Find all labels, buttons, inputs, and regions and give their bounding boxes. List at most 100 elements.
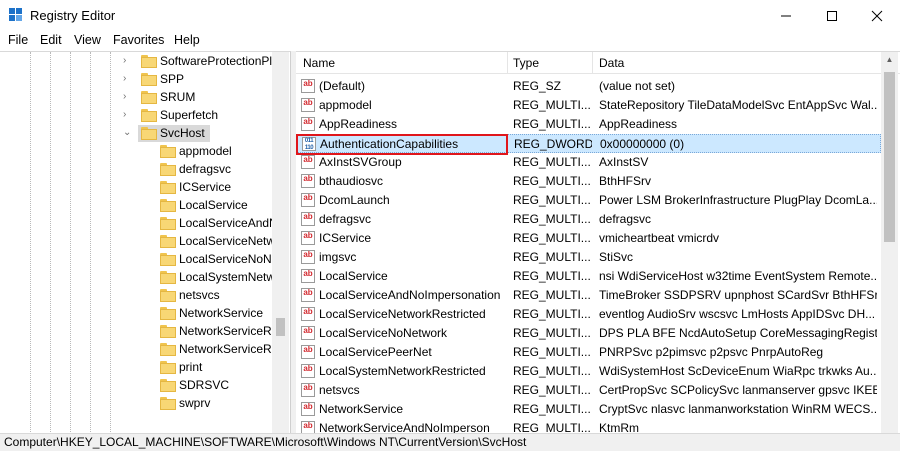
value-name: AxInstSVGroup: [319, 155, 402, 169]
menu-help[interactable]: Help: [174, 33, 200, 47]
tree-item-label: SDRSVC: [179, 378, 230, 392]
value-data: WdiSystemHost ScDeviceEnum WiaRpc trkwks…: [599, 364, 877, 378]
value-row[interactable]: ab ICService REG_MULTI... vmicheartbeat vmi…: [296, 229, 881, 248]
value-name: LocalServiceAndNoImpersonation: [319, 288, 501, 302]
chevron-right-icon[interactable]: ›: [123, 73, 133, 84]
value-name: DcomLaunch: [319, 193, 390, 207]
string-value-icon: ab: [301, 250, 315, 264]
value-row[interactable]: ab netsvcs REG_MULTI... CertPropSvc SCPolic…: [296, 381, 881, 400]
menu-file[interactable]: File: [8, 33, 28, 47]
values-scrollbar[interactable]: ▲: [881, 52, 898, 434]
tree-item[interactable]: › SPP: [0, 71, 290, 89]
value-name: AppReadiness: [319, 117, 398, 131]
tree-item[interactable]: appmodel: [0, 143, 290, 161]
tree-item[interactable]: defragsvc: [0, 161, 290, 179]
tree-item[interactable]: print: [0, 359, 290, 377]
tree-item[interactable]: LocalServiceNetw: [0, 233, 290, 251]
values-pane[interactable]: Name Type Data ab (Default) REG_SZ (value n…: [296, 51, 900, 434]
value-row[interactable]: ab AppReadiness REG_MULTI... AppReadiness: [296, 115, 881, 134]
value-type: REG_MULTI...: [513, 288, 591, 302]
column-separator[interactable]: [507, 52, 508, 73]
chevron-right-icon[interactable]: ›: [123, 55, 133, 66]
close-button[interactable]: [854, 0, 900, 31]
menu-view[interactable]: View: [74, 33, 101, 47]
value-data: (value not set): [599, 79, 676, 93]
folder-icon: [141, 127, 157, 140]
tree-item[interactable]: ICService: [0, 179, 290, 197]
tree-item[interactable]: LocalServiceNoNe: [0, 251, 290, 269]
tree-item-label: SvcHost: [160, 126, 205, 140]
values-scrollbar-thumb[interactable]: [884, 72, 895, 242]
tree-scrollbar[interactable]: [272, 52, 289, 434]
minimize-button[interactable]: [763, 0, 809, 31]
column-data[interactable]: Data: [599, 56, 624, 70]
value-name: netsvcs: [319, 383, 360, 397]
value-type: REG_MULTI...: [513, 307, 591, 321]
value-type: REG_MULTI...: [513, 155, 591, 169]
value-data: vmicheartbeat vmicrdv: [599, 231, 720, 245]
string-value-icon: ab: [301, 79, 315, 93]
tree-item-label: Superfetch: [160, 108, 219, 122]
tree-item[interactable]: NetworkServiceRe: [0, 323, 290, 341]
column-type[interactable]: Type: [513, 56, 539, 70]
tree-scrollbar-thumb[interactable]: [276, 318, 285, 336]
chevron-right-icon[interactable]: ›: [123, 91, 133, 102]
tree-item[interactable]: swprv: [0, 395, 290, 413]
value-row[interactable]: ab NetworkService REG_MULTI... CryptSvc nla…: [296, 400, 881, 419]
folder-icon: [160, 343, 176, 356]
tree-item[interactable]: SDRSVC: [0, 377, 290, 395]
value-data: AppReadiness: [599, 117, 678, 131]
column-separator[interactable]: [592, 52, 593, 73]
value-data: StateRepository TileDataModelSvc EntAppS…: [599, 98, 877, 112]
tree-item[interactable]: LocalServiceAndN: [0, 215, 290, 233]
folder-icon: [160, 307, 176, 320]
tree-item[interactable]: LocalService: [0, 197, 290, 215]
tree-item[interactable]: NetworkService: [0, 305, 290, 323]
value-row[interactable]: ab AxInstSVGroup REG_MULTI... AxInstSV: [296, 153, 881, 172]
value-row[interactable]: ab (Default) REG_SZ (value not set): [296, 77, 881, 96]
tree-item[interactable]: LocalSystemNetw: [0, 269, 290, 287]
folder-icon: [160, 181, 176, 194]
maximize-button[interactable]: [809, 0, 855, 31]
tree-item[interactable]: › SRUM: [0, 89, 290, 107]
tree-item[interactable]: netsvcs: [0, 287, 290, 305]
string-value-icon: ab: [301, 98, 315, 112]
value-row[interactable]: ab imgsvc REG_MULTI... StiSvc: [296, 248, 881, 267]
tree-item-label: SRUM: [160, 90, 196, 104]
value-row[interactable]: ab bthaudiosvc REG_MULTI... BthHFSrv: [296, 172, 881, 191]
value-row[interactable]: ab appmodel REG_MULTI... StateRepository Ti…: [296, 96, 881, 115]
chevron-right-icon[interactable]: ›: [123, 109, 133, 120]
folder-icon: [141, 55, 157, 68]
value-row[interactable]: ab LocalServicePeerNet REG_MULTI... PNRPSvc…: [296, 343, 881, 362]
value-type: REG_MULTI...: [513, 193, 591, 207]
value-row[interactable]: ab LocalSystemNetworkRestricted REG_MULTI.…: [296, 362, 881, 381]
value-name: LocalService: [319, 269, 388, 283]
value-row[interactable]: ab NetworkServiceAndNoImperson REG_MULTI..…: [296, 419, 881, 434]
value-row[interactable]: ab DcomLaunch REG_MULTI... Power LSM Broker…: [296, 191, 881, 210]
column-name[interactable]: Name: [303, 56, 335, 70]
value-row[interactable]: ab LocalServiceNoNetwork REG_MULTI... DPS P…: [296, 324, 881, 343]
string-value-icon: ab: [301, 212, 315, 226]
tree-item[interactable]: ⌄ SvcHost: [0, 125, 290, 143]
key-tree-pane[interactable]: › SoftwareProtectionPl › SPP › SRUM › Superfetc…: [0, 51, 291, 434]
tree-item[interactable]: › SoftwareProtectionPl: [0, 53, 290, 71]
tree-item[interactable]: › Superfetch: [0, 107, 290, 125]
tree-item-label: LocalServiceNetw: [179, 234, 276, 248]
string-value-icon: ab: [301, 193, 315, 207]
value-row[interactable]: ab LocalServiceAndNoImpersonation REG_MULT…: [296, 286, 881, 305]
tree-item-label: print: [179, 360, 203, 374]
tree-item[interactable]: NetworkServiceRe: [0, 341, 290, 359]
menu-edit[interactable]: Edit: [40, 33, 62, 47]
folder-icon: [160, 379, 176, 392]
value-row[interactable]: ab defragsvc REG_MULTI... defragsvc: [296, 210, 881, 229]
string-value-icon: ab: [301, 231, 315, 245]
value-row[interactable]: ab LocalServiceNetworkRestricted REG_MULTI…: [296, 305, 881, 324]
value-data: nsi WdiServiceHost w32time EventSystem R…: [599, 269, 877, 283]
scroll-up-icon[interactable]: ▲: [885, 55, 894, 64]
value-row[interactable]: ab LocalService REG_MULTI... nsi WdiService…: [296, 267, 881, 286]
string-value-icon: ab: [301, 383, 315, 397]
key-path: Computer\HKEY_LOCAL_MACHINE\SOFTWARE\Mic…: [4, 435, 527, 449]
menu-favorites[interactable]: Favorites: [113, 33, 164, 47]
chevron-down-icon[interactable]: ⌄: [123, 127, 133, 138]
tree-item-label: LocalService: [179, 198, 248, 212]
